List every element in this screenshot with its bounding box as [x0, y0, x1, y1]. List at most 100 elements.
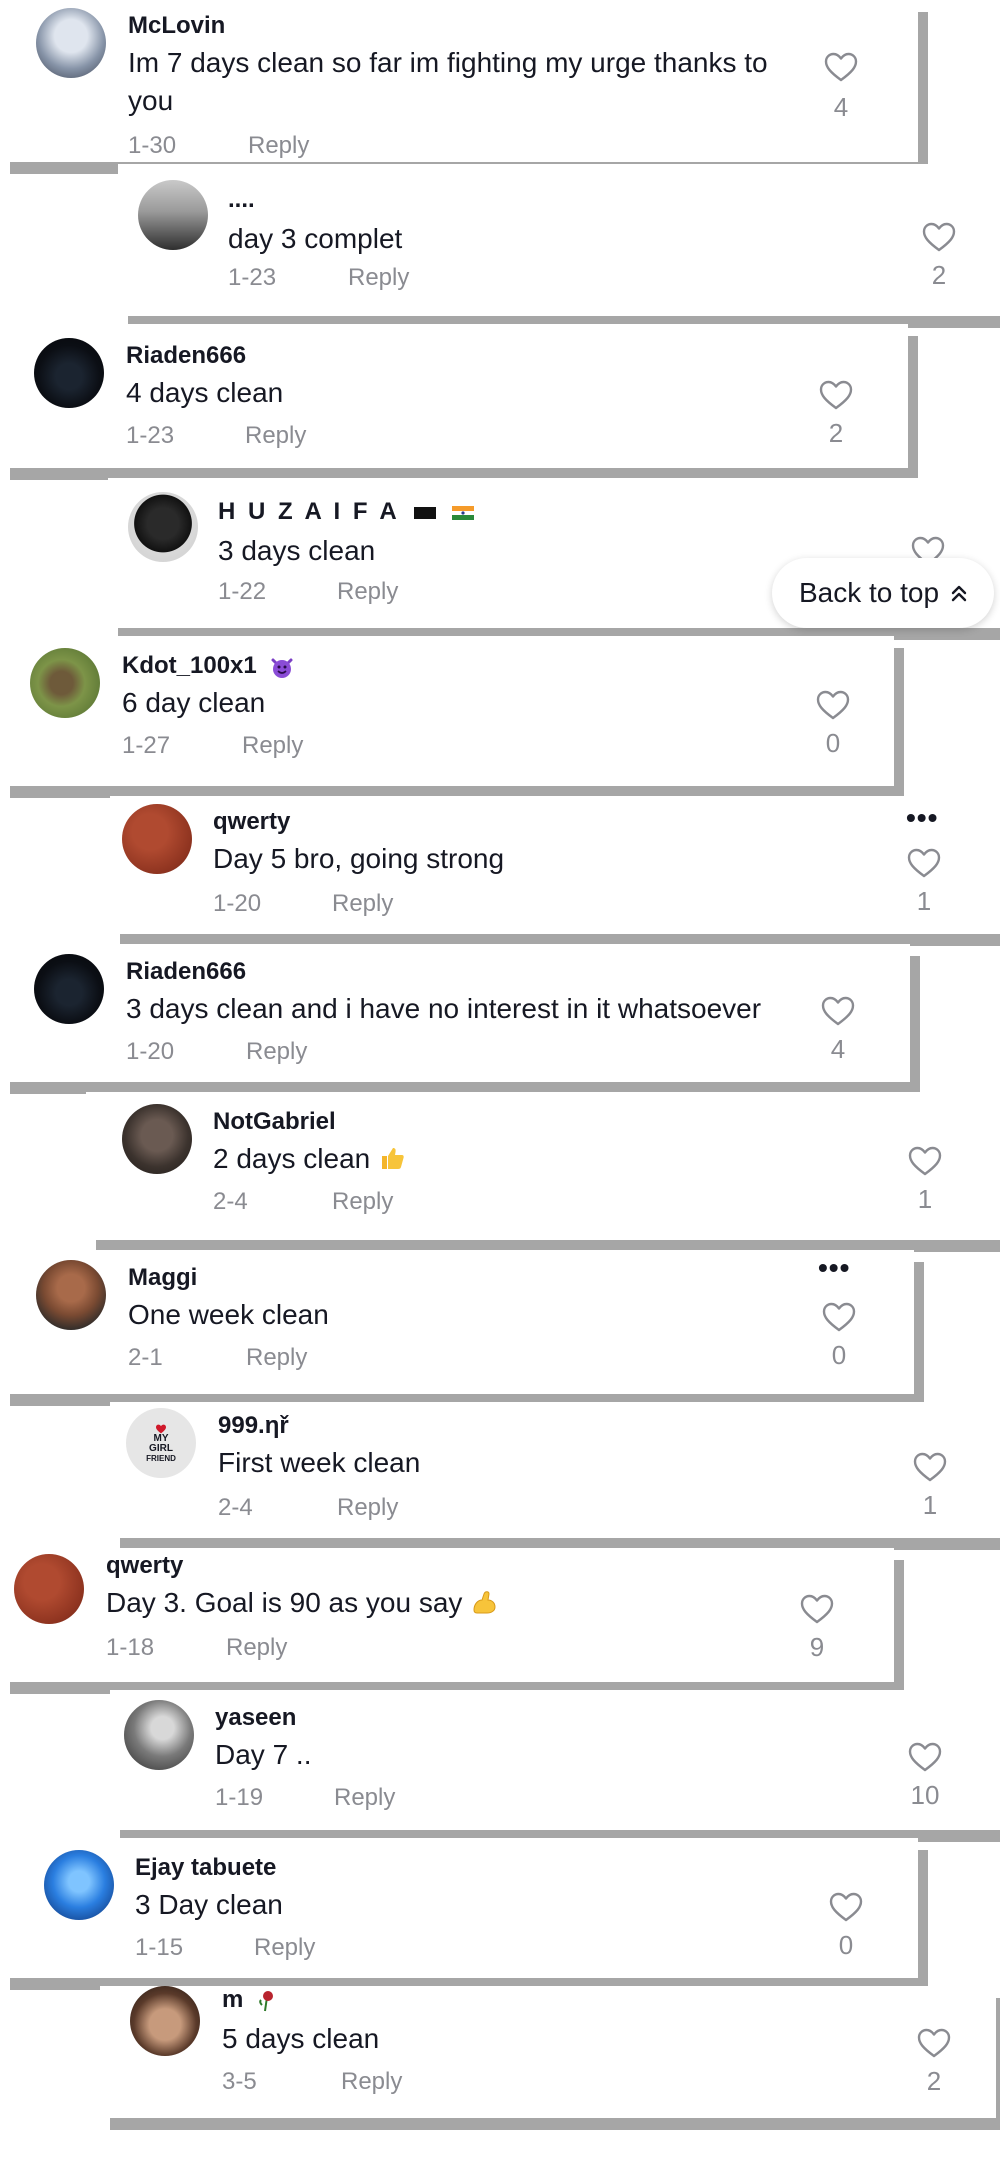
comment-card: ••• qwerty Day 5 bro, going strong 1-20 … [110, 796, 1000, 934]
comment-card: Kdot_100x1 6 day clean 1-27 Reply 0 [0, 636, 894, 786]
comment-date: 1-19 [215, 1784, 264, 1811]
comment-date: 1-15 [135, 1934, 184, 1961]
heart-icon[interactable] [908, 1742, 942, 1772]
avatar[interactable] [124, 1700, 194, 1770]
india-flag-icon [452, 505, 475, 520]
avatar[interactable] [34, 338, 104, 408]
heart-icon[interactable] [822, 1302, 856, 1332]
comment-author[interactable]: m [222, 1986, 278, 2014]
comment-text: Im 7 days clean so far im fighting my ur… [128, 47, 768, 116]
heart-icon[interactable] [917, 2028, 951, 2058]
comment-card: McLovin Im 7 days clean so far im fighti… [0, 0, 918, 162]
flexed-biceps-emoji-icon [473, 1591, 496, 1614]
comment-text: 3 days clean and i have no interest in i… [126, 993, 762, 1024]
comment-card: .... day 3 complet 1-23 Reply 2 [118, 164, 1000, 316]
comment-text: 4 days clean [126, 377, 284, 408]
reply-button[interactable]: Reply [245, 422, 306, 450]
comment-date: 1-27 [122, 732, 171, 759]
heart-icon[interactable] [821, 996, 855, 1026]
avatar-logo-text-my: MY [153, 1432, 169, 1444]
comment-date: 2-1 [128, 1344, 163, 1371]
avatar[interactable] [122, 1104, 192, 1174]
comment-text: 3 days clean [218, 535, 376, 566]
reply-button[interactable]: Reply [332, 890, 393, 918]
comment-author[interactable]: Riaden666 [126, 342, 246, 370]
heart-icon[interactable] [907, 848, 941, 878]
comment-author[interactable]: qwerty [213, 808, 290, 836]
more-options-button[interactable]: ••• [818, 1252, 850, 1284]
comment-author[interactable]: NotGabriel [213, 1108, 336, 1136]
reply-button[interactable]: Reply [246, 1344, 307, 1372]
comment-author[interactable]: McLovin [128, 12, 225, 40]
reply-button[interactable]: Reply [246, 1038, 307, 1066]
reply-button[interactable]: Reply [341, 2068, 402, 2096]
like-count: 4 [830, 1034, 846, 1064]
author-name: m [222, 1986, 244, 2013]
avatar-logo-text-girl: GIRL [149, 1442, 173, 1454]
reply-button[interactable]: Reply [334, 1784, 395, 1812]
comment-text: 6 day clean [122, 687, 266, 718]
more-options-button[interactable]: ••• [906, 802, 938, 834]
comment-card: Riaden666 4 days clean 1-23 Reply 2 [0, 324, 908, 468]
comment-text: One week clean [128, 1299, 329, 1330]
comment-date: 1-23 [126, 422, 175, 449]
heart-icon[interactable] [913, 1452, 947, 1482]
comment-author[interactable]: yaseen [215, 1704, 296, 1732]
avatar[interactable] [30, 648, 100, 718]
comment-author[interactable]: Maggi [128, 1264, 197, 1292]
reply-button[interactable]: Reply [242, 732, 303, 760]
avatar[interactable]: MY GIRL FRIEND [126, 1408, 196, 1478]
heart-icon[interactable] [819, 380, 853, 410]
comment-card: m 5 days clean 3-5 Reply 2 [100, 1986, 996, 2118]
like-count: 1 [917, 1184, 933, 1214]
like-count: 0 [838, 1930, 854, 1960]
reply-button[interactable]: Reply [348, 264, 409, 292]
comment-author[interactable]: 999.ηř [218, 1412, 289, 1440]
comment-date: 1-20 [213, 890, 262, 917]
back-to-top-button[interactable]: Back to top [772, 558, 994, 628]
heart-icon[interactable] [816, 690, 850, 720]
double-chevron-up-icon [951, 585, 967, 602]
avatar[interactable] [122, 804, 192, 874]
heart-icon[interactable] [824, 52, 858, 82]
reply-button[interactable]: Reply [337, 578, 398, 606]
comment-text: 3 Day clean [135, 1889, 283, 1920]
reply-button[interactable]: Reply [337, 1494, 398, 1522]
comment-author[interactable]: Ejay tabuete [135, 1854, 276, 1882]
reply-button[interactable]: Reply [226, 1634, 287, 1662]
reply-button[interactable]: Reply [248, 132, 309, 160]
reply-button[interactable]: Reply [254, 1934, 315, 1962]
avatar[interactable] [44, 1850, 114, 1920]
avatar[interactable] [128, 492, 198, 562]
black-flag-icon [414, 506, 437, 519]
comment-author[interactable]: Riaden666 [126, 958, 246, 986]
avatar[interactable] [130, 1986, 200, 2056]
avatar[interactable] [138, 180, 208, 250]
like-count: 2 [828, 418, 844, 448]
comment-author[interactable]: .... [228, 186, 255, 214]
comment-date: 1-30 [128, 132, 177, 159]
avatar[interactable] [36, 1260, 106, 1330]
heart-icon[interactable] [829, 1892, 863, 1922]
heart-icon[interactable] [800, 1594, 834, 1624]
comment-text: Day 5 bro, going strong [213, 843, 505, 874]
comment-date: 1-22 [218, 578, 267, 605]
reply-button[interactable]: Reply [332, 1188, 393, 1216]
heart-icon[interactable] [922, 222, 956, 252]
comment-date: 2-4 [213, 1188, 248, 1215]
heart-icon[interactable] [908, 1146, 942, 1176]
avatar[interactable] [14, 1554, 84, 1624]
avatar-logo-text-friend: FRIEND [146, 1453, 176, 1463]
author-name: H U Z A I F A [218, 498, 399, 525]
smiling-devil-emoji-icon [271, 658, 293, 678]
avatar[interactable] [34, 954, 104, 1024]
comment-card: ••• Maggi One week clean 2-1 Reply 0 [0, 1250, 914, 1394]
comment-author[interactable]: Kdot_100x1 [122, 652, 295, 680]
comment-text: day 3 complet [228, 223, 403, 254]
comment-author[interactable]: qwerty [106, 1552, 183, 1580]
comment-author[interactable]: H U Z A I F A [218, 498, 475, 526]
like-count: 1 [916, 886, 932, 916]
avatar[interactable] [36, 8, 106, 78]
comment-card: NotGabriel 2 days clean 2-4 Reply 1 [86, 1092, 1000, 1240]
comment-card: MY GIRL FRIEND 999.ηř First week clean 2… [110, 1402, 1000, 1538]
